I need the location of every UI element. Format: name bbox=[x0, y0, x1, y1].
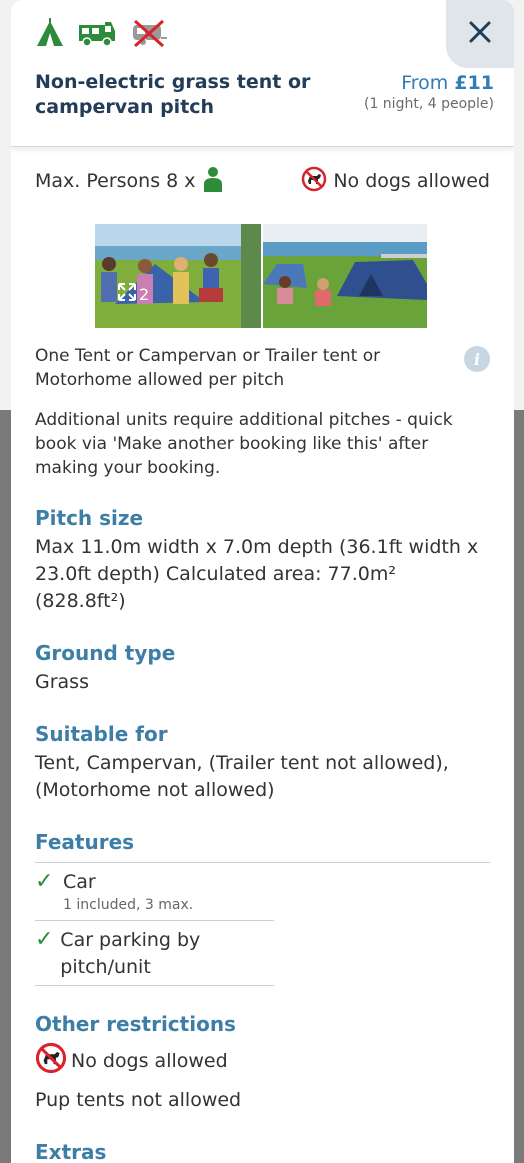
price-detail: (1 night, 4 people) bbox=[363, 96, 494, 112]
price-from: From £11 bbox=[364, 72, 494, 94]
expand-icon bbox=[117, 282, 137, 306]
feature-item: ✓ Car parking by pitch/unit bbox=[35, 921, 274, 986]
close-button[interactable] bbox=[446, 0, 514, 68]
restriction-no-dogs-label: No dogs allowed bbox=[71, 1049, 228, 1072]
restriction-no-dogs: No dogs allowed bbox=[35, 1042, 490, 1079]
dogs-policy: No dogs allowed bbox=[301, 166, 490, 197]
pitch-details-modal: Non-electric grass tent or campervan pit… bbox=[11, 0, 514, 1163]
feature-label: Car bbox=[63, 871, 96, 893]
pitch-type-icons bbox=[35, 18, 169, 52]
feature-note: 1 included, 3 max. bbox=[63, 897, 194, 913]
no-dogs-icon bbox=[301, 166, 327, 197]
additional-units-text: Additional units require additional pitc… bbox=[35, 410, 453, 478]
units-allowed-row: One Tent or Campervan or Trailer tent or… bbox=[35, 344, 490, 392]
suitable-for-title: Suitable for bbox=[35, 722, 168, 746]
pitch-title: Non-electric grass tent or campervan pit… bbox=[35, 71, 311, 118]
tent-icon bbox=[35, 18, 65, 52]
close-icon bbox=[468, 20, 492, 48]
pitch-size-title: Pitch size bbox=[35, 506, 144, 530]
person-icon bbox=[202, 166, 224, 197]
check-icon: ✓ bbox=[35, 869, 54, 894]
no-dogs-icon bbox=[35, 1042, 67, 1079]
pitch-photo-2[interactable] bbox=[263, 224, 427, 328]
max-persons-label: Max. Persons 8 x bbox=[35, 170, 196, 192]
suitable-for-text: Tent, Campervan, (Trailer tent not allow… bbox=[35, 752, 449, 801]
max-persons: Max. Persons 8 x bbox=[35, 166, 224, 197]
ground-type-text: Grass bbox=[35, 671, 89, 693]
caravan-not-allowed-icon bbox=[129, 18, 169, 52]
photo-gallery[interactable]: 2 bbox=[95, 224, 427, 328]
summary-row: Max. Persons 8 x No dogs allowed bbox=[35, 160, 490, 202]
photo-count: 2 bbox=[117, 282, 149, 306]
feature-label: Car parking by pitch/unit bbox=[60, 929, 201, 978]
photo-count-value: 2 bbox=[139, 284, 150, 304]
info-icon[interactable]: i bbox=[464, 346, 490, 372]
restriction-pup-tents: Pup tents not allowed bbox=[35, 1089, 242, 1111]
units-allowed-text: One Tent or Campervan or Trailer tent or… bbox=[35, 346, 381, 390]
price-block: From £11 (1 night, 4 people) bbox=[364, 72, 494, 112]
other-restrictions-title: Other restrictions bbox=[35, 1012, 236, 1036]
ground-type-title: Ground type bbox=[35, 641, 176, 665]
price-value: £11 bbox=[454, 72, 494, 94]
no-dogs-label: No dogs allowed bbox=[333, 170, 490, 192]
price-prefix: From bbox=[401, 72, 449, 94]
extras-title: Extras bbox=[35, 1140, 107, 1163]
campervan-icon bbox=[77, 19, 117, 51]
pitch-photo-1[interactable]: 2 bbox=[95, 224, 261, 328]
feature-item: ✓ Car 1 included, 3 max. bbox=[35, 863, 274, 921]
pitch-size-text: Max 11.0m width x 7.0m depth (36.1ft wid… bbox=[35, 536, 479, 612]
check-icon: ✓ bbox=[35, 927, 54, 952]
features-title: Features bbox=[35, 830, 135, 854]
modal-header: Non-electric grass tent or campervan pit… bbox=[11, 0, 514, 147]
pitch-details: Max. Persons 8 x No dogs allowed 2 One T… bbox=[35, 160, 490, 1163]
